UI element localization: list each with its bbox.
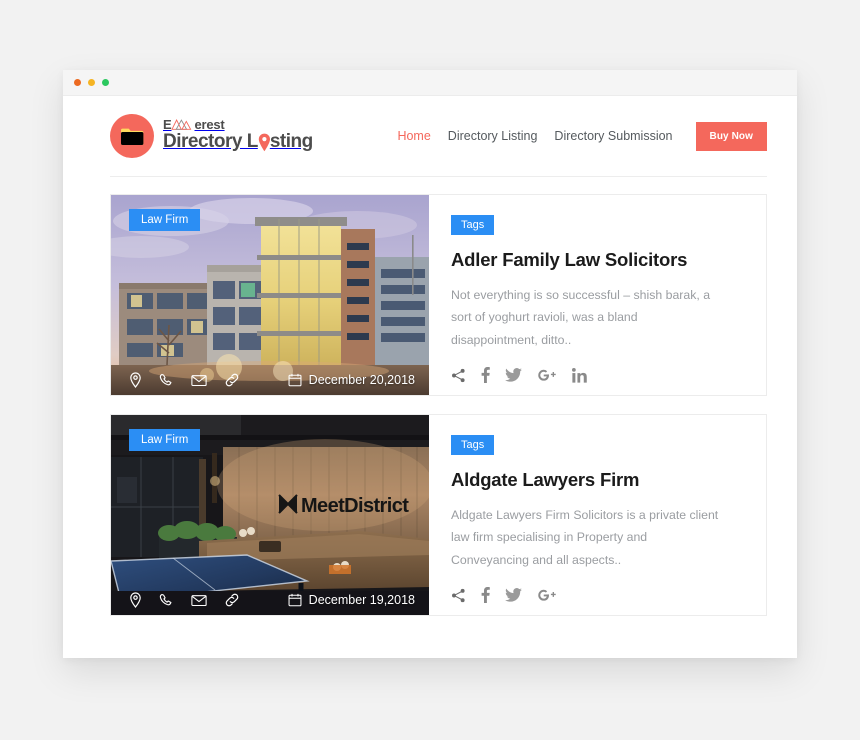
listing-contact-icons [129, 372, 240, 388]
listing-tag-chip[interactable]: Tags [451, 435, 495, 455]
site-logo[interactable]: E erest Directory L sting [110, 114, 313, 158]
google-plus-icon[interactable] [537, 588, 557, 603]
listing-details: Tags Aldgate Lawyers Firm Aldgate Lawyer… [429, 415, 766, 615]
maximize-dot-green[interactable] [102, 79, 109, 86]
site-header: E erest Directory L sting Home Directory… [63, 96, 797, 158]
share-icon[interactable] [451, 588, 466, 603]
listing-card[interactable]: MeetDistrict Law Firm December 19,2018 T… [110, 414, 767, 616]
calendar-icon [288, 593, 302, 607]
link-icon[interactable] [224, 372, 240, 388]
listing-card[interactable]: Law Firm December 20,2018 Tags Adler Fam… [110, 194, 767, 396]
logo-line-1: E erest [163, 118, 313, 132]
buy-now-button[interactable]: Buy Now [695, 121, 767, 151]
logo-line1-before: E [163, 117, 172, 133]
listing-category-badge[interactable]: Law Firm [129, 209, 201, 231]
browser-window: E erest Directory L sting Home Directory… [63, 70, 797, 658]
listing-title[interactable]: Aldgate Lawyers Firm [451, 469, 744, 491]
logo-line1-after: erest [194, 117, 225, 133]
listing-date: December 20,2018 [288, 373, 415, 387]
browser-titlebar [63, 70, 797, 96]
listing-date: December 19,2018 [288, 593, 415, 607]
listing-image[interactable]: Law Firm December 20,2018 [111, 195, 429, 395]
logo-line2-before: Directory L [163, 130, 258, 152]
google-plus-icon[interactable] [537, 368, 557, 383]
minimize-dot-yellow[interactable] [88, 79, 95, 86]
twitter-icon[interactable] [505, 368, 522, 382]
page-viewport: E erest Directory L sting Home Directory… [63, 96, 797, 658]
listing-date-text: December 20,2018 [308, 373, 415, 387]
calendar-icon [288, 373, 302, 387]
listing-contact-icons [129, 592, 240, 608]
listing-date-text: December 19,2018 [308, 593, 415, 607]
phone-icon[interactable] [159, 593, 174, 608]
main-navigation: Home Directory Listing Directory Submiss… [397, 121, 767, 151]
logo-line-2: Directory L sting [163, 130, 313, 152]
nav-link-directory-listing[interactable]: Directory Listing [448, 129, 538, 143]
phone-icon[interactable] [159, 373, 174, 388]
listing-description: Not everything is so successful – shish … [451, 288, 711, 347]
listing-description: Aldgate Lawyers Firm Solicitors is a pri… [451, 508, 719, 567]
listing-category-badge[interactable]: Law Firm [129, 429, 201, 451]
listing-image-footer: December 19,2018 [111, 592, 429, 608]
twitter-icon[interactable] [505, 588, 522, 602]
listing-title[interactable]: Adler Family Law Solicitors [451, 249, 744, 271]
facebook-icon[interactable] [481, 367, 490, 384]
map-pin-icon [258, 133, 270, 152]
linkedin-icon[interactable] [572, 367, 587, 383]
listing-image[interactable]: MeetDistrict Law Firm December 19,2018 [111, 415, 429, 615]
facebook-icon[interactable] [481, 587, 490, 604]
map-pin-icon[interactable] [129, 592, 142, 608]
map-pin-icon[interactable] [129, 372, 142, 388]
listing-social-links [451, 587, 744, 604]
svg-text:MeetDistrict: MeetDistrict [301, 495, 409, 517]
close-dot-red[interactable] [74, 79, 81, 86]
folder-icon [121, 128, 144, 145]
logo-circle [110, 114, 154, 158]
nav-link-directory-submission[interactable]: Directory Submission [554, 129, 672, 143]
mountain-icon [171, 119, 192, 131]
logo-wordmark: E erest Directory L sting [163, 118, 313, 154]
listing-social-links [451, 367, 744, 384]
listing-tag-chip[interactable]: Tags [451, 215, 495, 235]
logo-line2-after: sting [269, 130, 313, 152]
envelope-icon[interactable] [191, 374, 207, 387]
listing-details: Tags Adler Family Law Solicitors Not eve… [429, 195, 766, 395]
listing-image-footer: December 20,2018 [111, 372, 429, 388]
listings-container: Law Firm December 20,2018 Tags Adler Fam… [63, 177, 797, 616]
share-icon[interactable] [451, 368, 466, 383]
nav-link-home[interactable]: Home [397, 129, 430, 143]
envelope-icon[interactable] [191, 594, 207, 607]
link-icon[interactable] [224, 592, 240, 608]
